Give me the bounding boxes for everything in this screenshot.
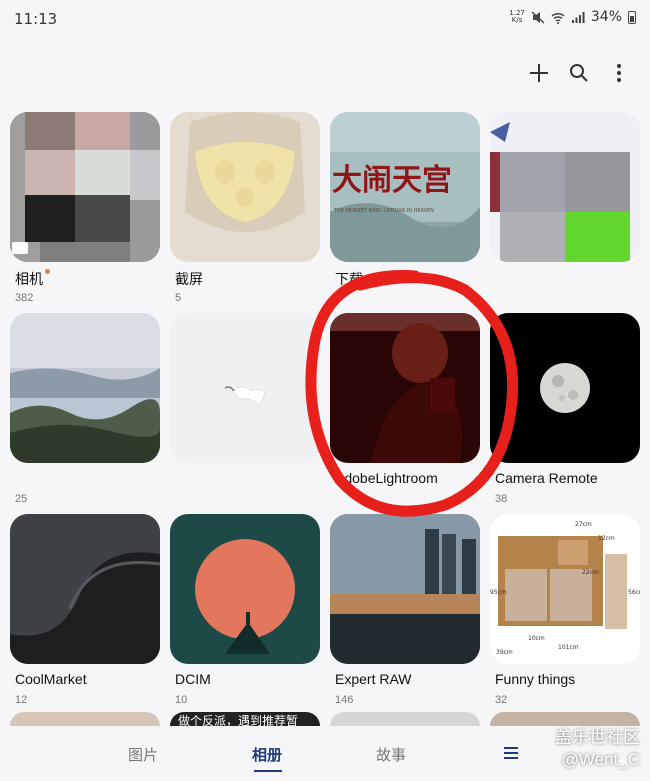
top-actions	[528, 62, 630, 84]
banner-subtitle: THE MONKEY KING: UPROAR IN HEAVEN	[333, 208, 434, 214]
dimension-label: 56cm	[628, 589, 640, 596]
network-speed: 1.27 K/s	[509, 9, 525, 24]
album-name: 相机	[15, 269, 50, 289]
album-dcim[interactable]: DCIM 10	[170, 514, 320, 714]
album-count: 10	[175, 694, 188, 706]
album-thumbnail	[490, 112, 640, 262]
album-count: 12	[15, 694, 28, 706]
album-count: 25	[15, 493, 28, 505]
album-name: 下载	[335, 271, 363, 287]
bottom-navigation: 图片 相册 故事 盖乐世社区 @Went_C	[0, 726, 650, 781]
status-time: 11:13	[14, 10, 58, 28]
album-thumbnail	[10, 514, 160, 664]
album-thumbnail-partial[interactable]	[330, 712, 480, 726]
album-name: CoolMarket	[15, 671, 87, 687]
album-unnamed-4[interactable]	[490, 112, 640, 312]
tab-pictures[interactable]: 图片	[128, 744, 158, 765]
search-icon	[570, 64, 588, 82]
album-screenshots[interactable]: 截屏 5	[170, 112, 320, 312]
wifi-icon	[551, 12, 565, 24]
new-items-dot	[45, 269, 50, 274]
album-bird[interactable]	[170, 313, 320, 513]
banner-title: 大闹天宫	[332, 163, 452, 198]
album-camera-remote[interactable]: Camera Remote 38	[490, 313, 640, 513]
dimension-label: 95cm	[490, 589, 507, 596]
dimension-label: 12cm	[598, 535, 615, 542]
album-camera[interactable]: 相机 382	[10, 112, 160, 312]
album-thumbnail: 大闹天宫 THE MONKEY KING: UPROAR IN HEAVEN	[330, 112, 480, 262]
album-name: Camera Remote	[495, 470, 598, 486]
album-thumbnail	[10, 313, 160, 463]
album-name: AdobeLightroom	[335, 470, 438, 486]
status-bar: 11:13 1.27 K/s 34%	[0, 0, 650, 40]
dimension-label: 10cm	[528, 635, 545, 642]
battery-icon	[628, 10, 636, 24]
album-expert-raw[interactable]: Expert RAW 146	[330, 514, 480, 714]
more-vertical-icon	[617, 64, 621, 82]
album-count: 38	[495, 493, 508, 505]
album-name: 截屏	[175, 271, 203, 287]
dimension-label: 27cm	[575, 521, 592, 528]
more-options-button[interactable]	[608, 62, 630, 84]
signal-icon	[571, 11, 585, 23]
search-button[interactable]	[568, 62, 590, 84]
album-adobelightroom[interactable]: AdobeLightroom	[330, 313, 480, 513]
add-album-button[interactable]	[528, 62, 550, 84]
active-tab-indicator	[254, 770, 282, 772]
album-thumbnail	[170, 313, 320, 463]
watermark: 盖乐世社区 @Went_C	[555, 728, 640, 769]
album-thumbnail-partial[interactable]: 做个反派，遇到推荐暂	[170, 712, 320, 726]
dimension-label: 101cm	[558, 644, 579, 651]
album-thumbnail	[330, 313, 480, 463]
album-thumbnail	[170, 514, 320, 664]
tab-stories[interactable]: 故事	[376, 744, 406, 765]
album-downloads[interactable]: 大闹天宫 THE MONKEY KING: UPROAR IN HEAVEN 下…	[330, 112, 480, 312]
album-thumbnail-partial[interactable]	[10, 712, 160, 726]
album-thumbnail	[10, 112, 160, 262]
partial-banner-text: 做个反派，遇到推荐暂	[178, 714, 299, 726]
plus-icon	[530, 64, 548, 82]
album-name: Expert RAW	[335, 671, 412, 687]
album-coolmarket[interactable]: CoolMarket 12	[10, 514, 160, 714]
mute-icon	[531, 10, 545, 24]
album-count: 32	[495, 694, 508, 706]
album-funny-things[interactable]: 27cm 12cm 22cm 95cm 56cm 101cm 39cm 10cm…	[490, 514, 640, 714]
album-thumbnail	[330, 514, 480, 664]
status-icons: 1.27 K/s 34%	[509, 9, 636, 25]
album-count: 5	[175, 292, 182, 304]
album-name: Funny things	[495, 671, 576, 687]
album-thumbnail: 27cm 12cm 22cm 95cm 56cm 101cm 39cm 10cm	[490, 514, 640, 664]
album-name: DCIM	[175, 671, 211, 687]
album-landscape[interactable]: 25	[10, 313, 160, 513]
album-count: 382	[15, 292, 34, 304]
album-thumbnail-partial[interactable]	[490, 712, 640, 726]
album-count: 146	[335, 694, 354, 706]
menu-icon[interactable]	[503, 746, 519, 760]
tab-albums[interactable]: 相册	[252, 744, 282, 765]
dimension-label: 22cm	[582, 569, 599, 576]
battery-percent: 34%	[590, 9, 622, 25]
album-thumbnail	[490, 313, 640, 463]
album-thumbnail	[170, 112, 320, 262]
dimension-label: 39cm	[496, 649, 513, 656]
